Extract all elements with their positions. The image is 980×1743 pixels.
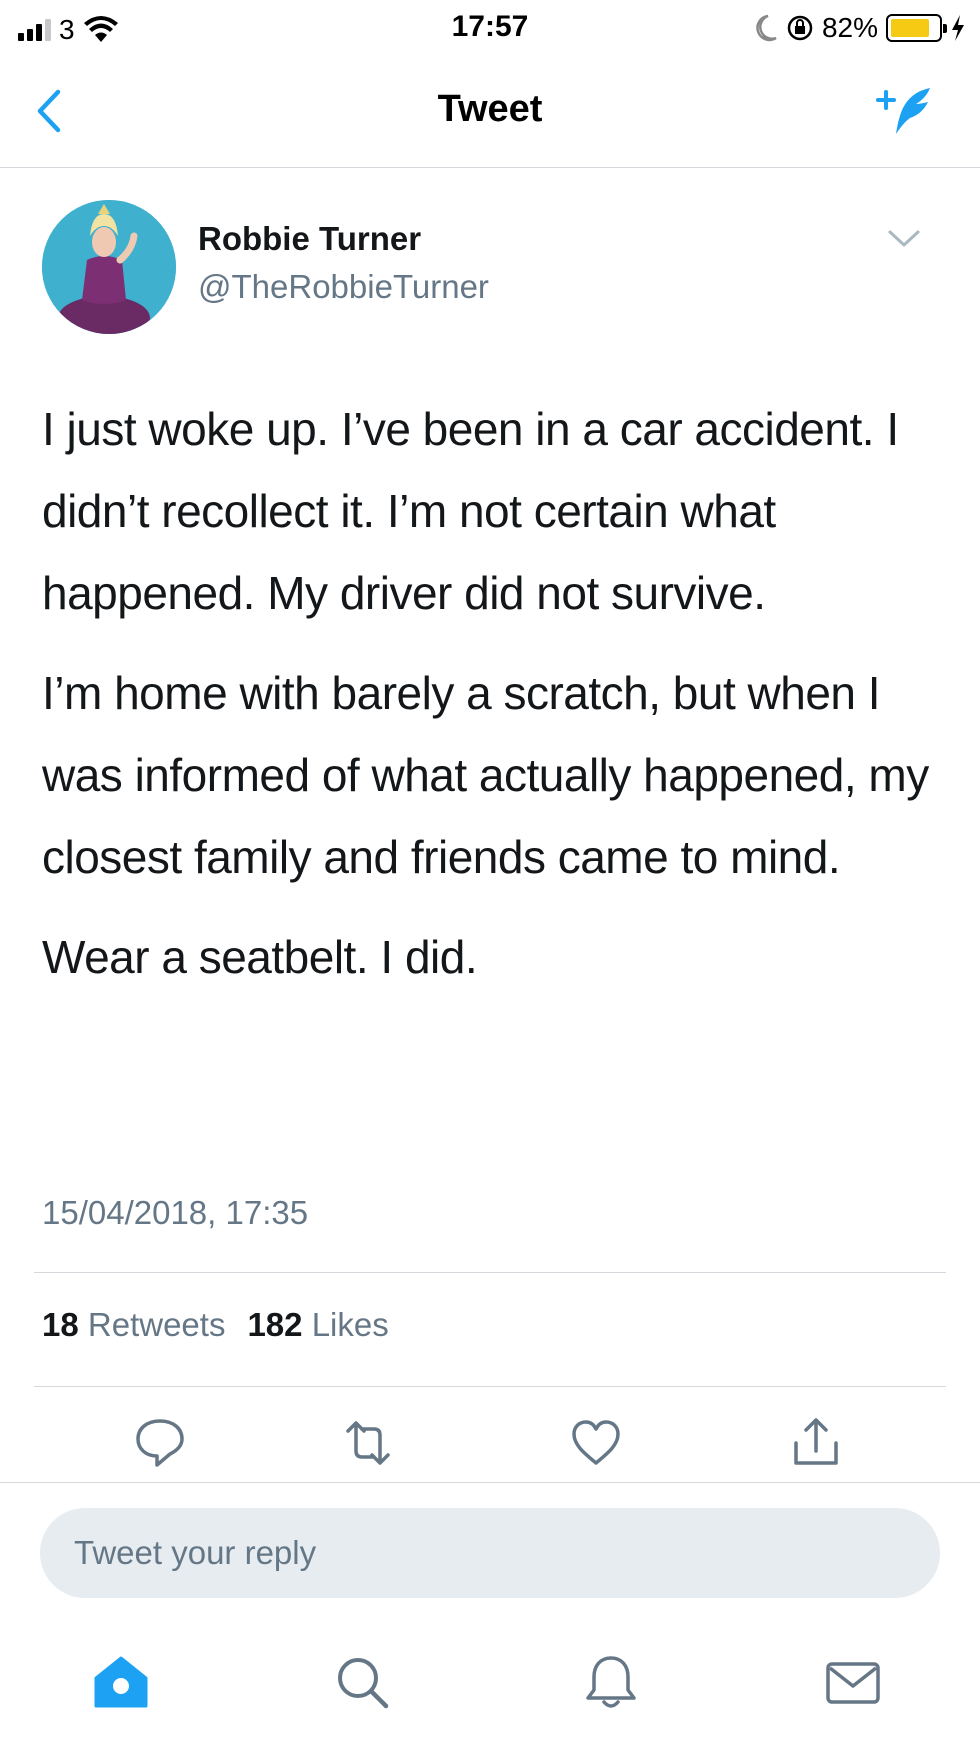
nav-bar: Tweet: [0, 56, 980, 168]
divider: [34, 1386, 946, 1387]
page-title: Tweet: [437, 88, 543, 130]
charging-icon: [952, 15, 964, 41]
likes-label: Likes: [311, 1306, 389, 1343]
status-bar: 3 17:57 82%: [0, 0, 980, 56]
retweets-label: Retweets: [87, 1306, 226, 1343]
messages-icon[interactable]: [820, 1650, 886, 1716]
notifications-icon[interactable]: [578, 1650, 644, 1716]
like-icon[interactable]: [566, 1413, 626, 1473]
chevron-down-icon[interactable]: [886, 228, 922, 250]
tweet-paragraph: I’m home with barely a scratch, but when…: [42, 667, 929, 883]
retweet-icon[interactable]: [338, 1413, 398, 1473]
do-not-disturb-icon: [756, 14, 777, 42]
home-icon[interactable]: [88, 1650, 154, 1716]
tweet-timestamp: 15/04/2018, 17:35: [42, 1194, 309, 1231]
orientation-lock-icon: [787, 15, 813, 41]
avatar[interactable]: [42, 200, 176, 334]
tweet-stats: 18 Retweets 182 Likes: [42, 1306, 389, 1344]
share-icon[interactable]: [786, 1413, 846, 1473]
status-right: 82%: [752, 12, 966, 44]
battery-icon: [886, 14, 947, 42]
reply-placeholder: Tweet your reply: [74, 1534, 317, 1571]
avatar-image: [42, 200, 176, 334]
tweet-paragraph: Wear a seatbelt. I did.: [42, 931, 478, 983]
compose-tweet-icon[interactable]: [870, 82, 940, 142]
divider: [34, 1272, 946, 1273]
tab-bar: [0, 1630, 980, 1743]
reply-icon[interactable]: [130, 1413, 190, 1473]
battery-fill: [891, 19, 929, 37]
battery-percentage: 82%: [821, 12, 878, 43]
search-icon[interactable]: [330, 1650, 396, 1716]
tweet-text: I just woke up. I’ve been in a car accid…: [42, 388, 942, 1016]
tweet-paragraph: I just woke up. I’ve been in a car accid…: [42, 403, 899, 619]
likes-count: 182: [247, 1306, 303, 1343]
tweet-actions: [0, 1413, 980, 1477]
reply-input[interactable]: Tweet your reply: [40, 1508, 940, 1598]
retweets-count: 18: [42, 1306, 79, 1343]
author-handle[interactable]: @TheRobbieTurner: [198, 268, 489, 306]
retweets-stat[interactable]: 18 Retweets: [42, 1306, 225, 1343]
divider: [0, 1482, 980, 1483]
author-name[interactable]: Robbie Turner: [198, 220, 421, 258]
likes-stat[interactable]: 182 Likes: [247, 1306, 388, 1343]
